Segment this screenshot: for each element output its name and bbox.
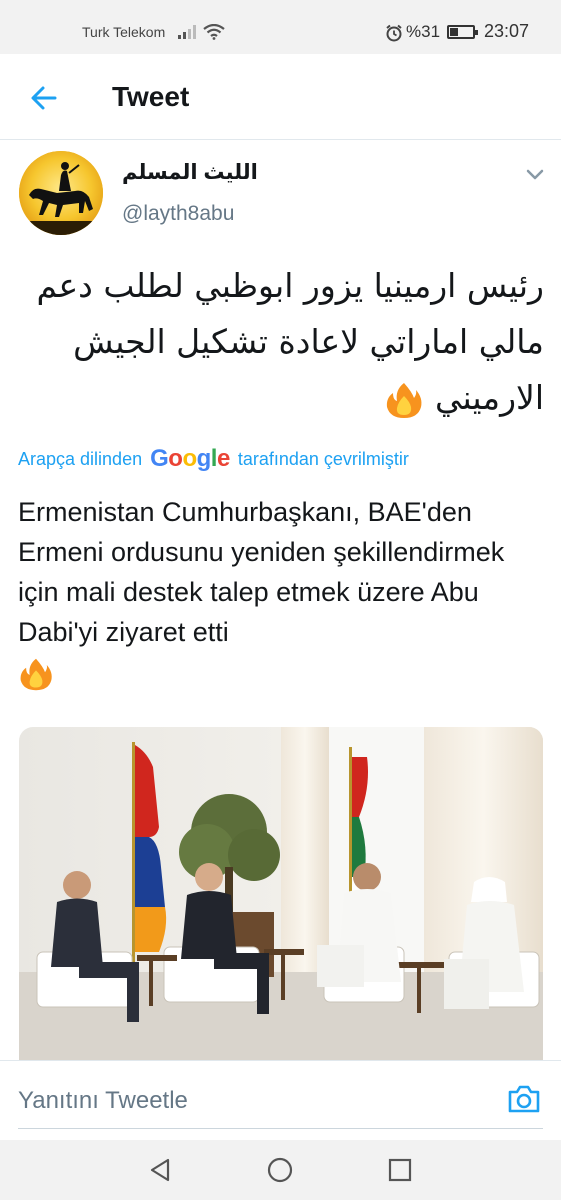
alarm-icon xyxy=(386,24,402,42)
tweet-text-translated: Ermenistan Cumhurbaşkanı, BAE'den Ermeni… xyxy=(18,492,548,692)
avatar[interactable] xyxy=(19,151,103,235)
signal-icon xyxy=(178,25,196,39)
translation-prefix: Arapça dilinden xyxy=(18,448,143,469)
fire-emoji-icon xyxy=(20,658,52,691)
clock: 23:07 xyxy=(484,21,530,41)
tweet-text-original: رئيس ارمينيا يزور ابوظبي لطلب دعم مالي ا… xyxy=(18,258,544,426)
google-logo: Google xyxy=(150,445,230,472)
tweet-text-tr: Ermenistan Cumhurbaşkanı, BAE'den Ermeni… xyxy=(18,497,505,647)
reply-input[interactable]: Yanıtını Tweetle xyxy=(18,1087,188,1115)
carrier-label: Turk Telekom xyxy=(82,24,166,40)
translation-attribution[interactable]: Arapça dilinden Google tarafından çevril… xyxy=(18,445,409,473)
author-handle[interactable]: @layth8abu xyxy=(122,202,234,226)
meeting-photo-image xyxy=(19,727,543,1060)
battery-percent: %31 xyxy=(406,22,441,41)
reply-underline xyxy=(18,1128,543,1129)
horse-rider-icon xyxy=(19,151,103,235)
system-navigation-bar xyxy=(0,1140,561,1200)
nav-back-icon[interactable] xyxy=(146,1156,174,1184)
page-title: Tweet xyxy=(112,81,190,112)
camera-icon[interactable] xyxy=(506,1083,542,1115)
translation-suffix: tarafından çevrilmiştir xyxy=(237,448,409,469)
top-app-bar: Tweet xyxy=(0,54,561,140)
nav-recents-icon[interactable] xyxy=(386,1156,414,1184)
fire-emoji-icon xyxy=(387,382,422,418)
nav-home-icon[interactable] xyxy=(266,1156,294,1184)
chevron-down-icon[interactable] xyxy=(525,167,545,181)
back-arrow-icon[interactable] xyxy=(28,82,60,114)
reply-composer: Yanıtını Tweetle xyxy=(0,1060,561,1140)
tweet-text-ar: رئيس ارمينيا يزور ابوظبي لطلب دعم مالي ا… xyxy=(36,266,544,417)
battery-icon xyxy=(447,25,478,39)
status-bar: Turk Telekom %31 23:07 xyxy=(0,0,561,54)
author-name[interactable]: الليث المسلم xyxy=(122,160,258,185)
tweet-photo[interactable] xyxy=(19,727,543,1060)
wifi-icon xyxy=(203,24,225,40)
